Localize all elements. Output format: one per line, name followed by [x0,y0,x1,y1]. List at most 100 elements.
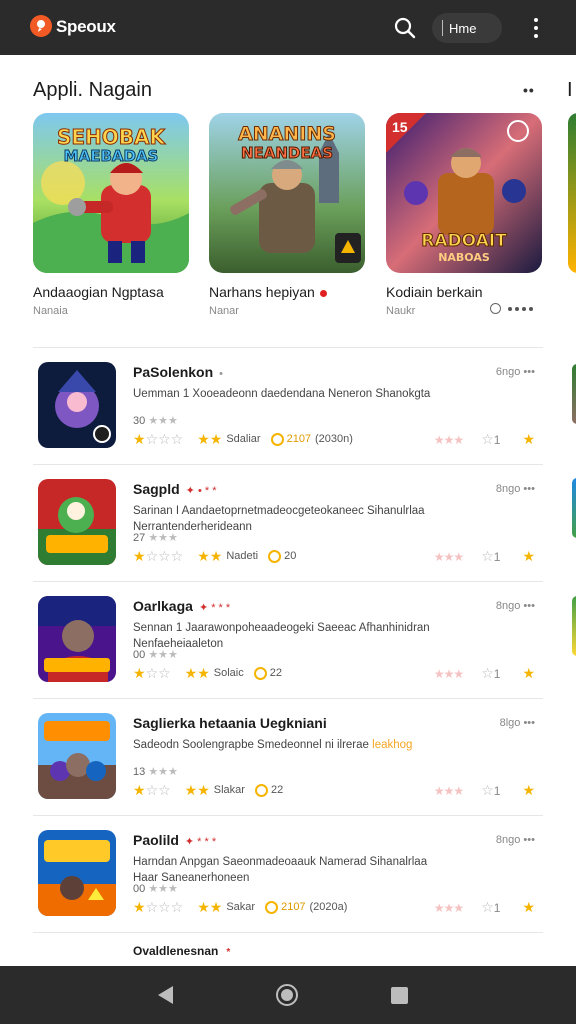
favorite-star-icon[interactable]: ★ [522,899,535,916]
coin-count: 22 [269,667,282,679]
app-title-text: Saglierka hetaania Uegkniani [133,715,327,731]
mini-stars: ★★★ [433,900,464,915]
coin-icon [268,549,282,563]
app-description-text: Sadeodn Soolengrapbe Smedeonnel ni ilrer… [133,739,369,751]
app-description: Sarinan I Aandaetoprnetmadeocgeteokaneec… [133,505,425,533]
recent-apps-icon[interactable] [391,987,408,1004]
app-title: Sagpld ✦ • * * [133,481,216,497]
favorite-star-icon[interactable]: ★ [522,431,535,448]
app-icon [38,713,116,799]
new-badge [319,289,327,297]
coin-icon [265,900,279,914]
coin-count: 2107 [281,901,306,913]
rating-row: ★ ☆☆☆ ★★ Sakar 2107 (2020a) [133,898,348,915]
featured-game-art: 15 RADOAIT NABOAS [386,113,542,273]
mini-stars: ★★★ [433,549,464,564]
rating-label: Sakar [226,901,256,913]
app-name: Speoux [56,17,116,36]
featured-card[interactable]: SEHOBAK MAEBADAS Andaaogian Ngptasa Nana… [33,113,189,317]
rating-label: Nadeti [226,550,259,562]
row-actions: ★★★ ☆ 1 ★ [433,548,535,565]
app-meta: 8lgo ••• [499,717,535,729]
featured-subtitle: Nanar [209,305,239,317]
app-rating-small: 00 ★★★ [133,882,178,895]
next-section-tag: * [226,947,231,958]
next-list-peek [572,364,576,424]
app-title-text: PaSolenkon [133,364,214,380]
rating-stars-small: ★★★ [148,532,178,544]
app-logo-icon[interactable] [30,15,52,37]
next-featured-peek[interactable] [568,113,576,273]
app-tag: ✦ * * * [198,602,231,614]
app-tag: ✦ * * * [184,836,217,848]
coin-icon [254,783,268,797]
row-actions: ★★★ ☆ 1 ★ [433,899,535,916]
app-rating-small: 27 ★★★ [133,531,178,544]
featured-art-text-top: SEHOBAK [56,125,166,150]
home-icon[interactable] [276,984,298,1006]
favorite-star-icon[interactable]: ★ [522,665,535,682]
featured-art-text-top: RADOAIT [421,231,507,252]
section-title: Appli. Nagain [33,79,152,101]
list-item[interactable]: PaSolenkon • 6ngo ••• Uemman 1 Xooeadeonn… [33,348,543,465]
description-highlight: leakhog [372,739,413,751]
list-item[interactable]: Saglierka hetaania Uegkniani 8lgo ••• Sa… [33,699,543,816]
app-meta: 8ngo ••• [495,834,535,846]
rating-stars-small: ★★★ [148,649,178,661]
system-nav-bar [0,966,576,1024]
rating-row: ★ ☆☆ ★★ Solaic 22 [133,664,282,681]
app-title: Paolild ✦ * * * [133,832,216,848]
featured-title-text: Narhans hepiyan [209,284,315,300]
app-title-text: Paolild [133,832,179,848]
app-description: Harndan Anpgan Saeonmadeoaauk Namerad Si… [133,856,428,884]
app-title: PaSolenkon • [133,364,223,380]
app-rating-small: 13 ★★★ [133,765,178,778]
rating-value: 00 [133,649,146,661]
app-tag: • [219,368,223,380]
mini-stars: ★★★ [433,783,464,798]
section-more-button[interactable]: •• [523,82,535,98]
list-item[interactable]: Oarlkaga ✦ * * * 8ngo ••• Sennan 1 Jaaraw… [33,582,543,699]
coin-icon [253,666,267,680]
more-options-icon[interactable] [528,16,544,40]
app-description: Sennan 1 Jaarawonpoheaadeogeki Saeeac Af… [133,622,430,650]
app-title-text: Oarlkaga [133,598,193,614]
favorite-star-icon[interactable]: ★ [522,782,535,799]
next-list-peek [572,596,576,656]
search-icon[interactable] [393,16,417,40]
app-meta: 6ngo ••• [495,366,535,378]
featured-card[interactable]: 15 RADOAIT NABOAS Kodiain berkain Naukr [386,113,542,317]
list-item[interactable]: Paolild ✦ * * * 8ngo ••• Harndan Anpgan S… [33,816,543,933]
app-description: Sadeodn Soolengrapbe Smedeonnel ni ilrer… [133,737,443,753]
app-list: PaSolenkon • 6ngo ••• Uemman 1 Xooeadeonn… [33,348,543,933]
next-section-label: Ovaldlenesnan * [133,944,230,958]
coin-count: 22 [270,784,284,796]
list-item[interactable]: Sagpld ✦ • * * 8ngo ••• Sarinan I Aandaet… [33,465,543,582]
featured-subtitle: Naukr [386,305,416,317]
mini-stars: ★★★ [433,432,464,447]
app-icon [38,830,116,916]
favorite-star-icon[interactable]: ★ [522,548,535,565]
rating-stars-small: ★★★ [148,883,178,895]
row-actions: ★★★ ☆ 1 ★ [433,431,535,448]
rating-value: 13 [133,766,146,778]
pill-label: Hme [449,20,477,36]
mini-stars: ★★★ [433,666,464,681]
app-title: Saglierka hetaania Uegkniani [133,715,327,731]
rating-row: ★ ☆☆☆ ★★ Sdaliar 2107 (2030n) [133,430,353,447]
app-title-text: Sagpld [133,481,180,497]
coin-count: 20 [284,550,297,562]
rating-value: 27 [133,532,146,544]
rating-label: Slakar [213,784,245,796]
featured-title: Andaaogian Ngptasa [33,284,164,300]
home-pill-button[interactable]: Hme [432,13,502,43]
row-actions: ★★★ ☆ 1 ★ [433,782,535,799]
featured-card[interactable]: ANANINS NEANDEAS Narhans hepiyan Nanar [209,113,365,317]
featured-more-icon[interactable] [490,303,533,314]
rating-label: Solaic [213,667,244,679]
featured-title: Narhans hepiyan [209,284,327,300]
back-icon[interactable] [158,986,173,1004]
rating-label: Sdaliar [226,433,261,445]
coin-count-secondary: (2030n) [314,433,353,445]
rating-stars-small: ★★★ [148,415,178,427]
